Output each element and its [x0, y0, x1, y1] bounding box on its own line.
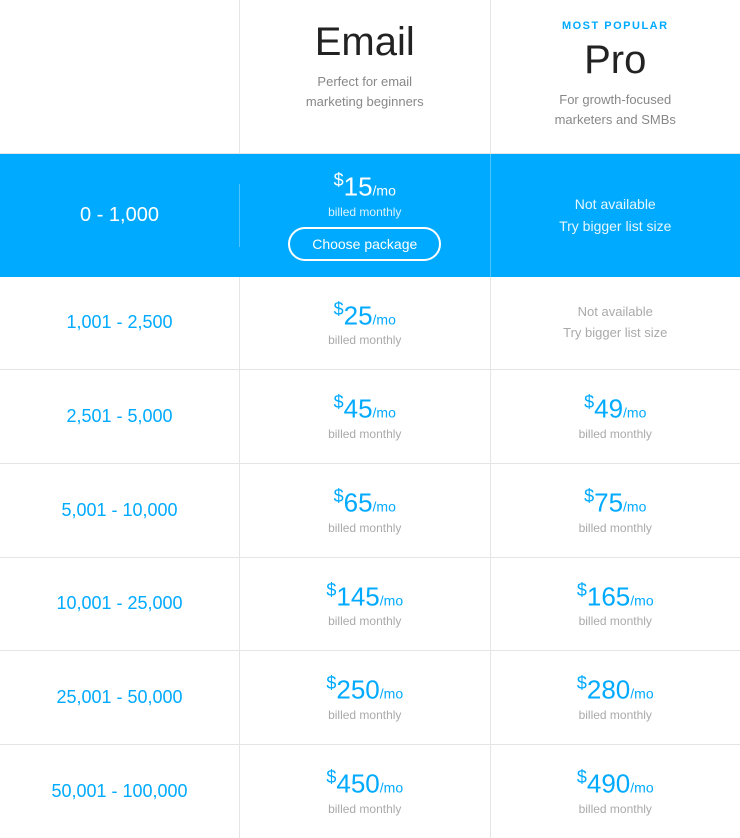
price-pro-1: Not availableTry bigger list size [491, 277, 740, 370]
plan-name-pro: Pro [507, 38, 725, 82]
price-pro-2: $49/mo billed monthly [491, 370, 740, 463]
range-50001-100000: 50,001 - 100,000 [0, 745, 240, 838]
not-available-pro-1: Not availableTry bigger list size [563, 302, 667, 344]
billed-pro-4: billed monthly [579, 614, 652, 628]
most-popular-label: MOST POPULAR [507, 20, 725, 32]
amount-pro-5: $280/mo [577, 673, 654, 706]
price-email-6: $450/mo billed monthly [240, 745, 491, 838]
row-5001-10000: 5,001 - 10,000 $65/mo billed monthly $75… [0, 464, 740, 558]
billed-pro-3: billed monthly [579, 521, 652, 535]
price-col-email-0: $15/mo billed monthly Choose package [240, 154, 491, 277]
range-25001-50000: 25,001 - 50,000 [0, 651, 240, 744]
plan-desc-pro: For growth-focusedmarketers and SMBs [507, 90, 725, 129]
price-pro-4: $165/mo billed monthly [491, 558, 740, 651]
header-row: Email Perfect for emailmarketing beginne… [0, 0, 740, 154]
amount-pro-2: $49/mo [584, 392, 646, 425]
price-email-0: $15/mo [250, 170, 480, 203]
price-pro-3: $75/mo billed monthly [491, 464, 740, 557]
price-email-5: $250/mo billed monthly [240, 651, 491, 744]
range-2501-5000: 2,501 - 5,000 [0, 370, 240, 463]
billed-pro-6: billed monthly [579, 802, 652, 816]
billed-email-1: billed monthly [328, 333, 401, 347]
range-10001-25000: 10,001 - 25,000 [0, 558, 240, 651]
plan-header-email: Email Perfect for emailmarketing beginne… [240, 0, 491, 153]
billed-email-5: billed monthly [328, 708, 401, 722]
price-col-pro-0: Not availableTry bigger list size [491, 177, 740, 254]
row-10001-25000: 10,001 - 25,000 $145/mo billed monthly $… [0, 558, 740, 652]
billed-email-4: billed monthly [328, 614, 401, 628]
plan-desc-email: Perfect for emailmarketing beginners [256, 72, 474, 111]
row-1001-2500: 1,001 - 2,500 $25/mo billed monthly Not … [0, 277, 740, 371]
amount-email-6: $450/mo [326, 767, 403, 800]
plan-header-pro: MOST POPULAR Pro For growth-focusedmarke… [491, 0, 740, 153]
row-25001-50000: 25,001 - 50,000 $250/mo billed monthly $… [0, 651, 740, 745]
plan-name-email: Email [256, 20, 474, 64]
price-pro-5: $280/mo billed monthly [491, 651, 740, 744]
row-2501-5000: 2,501 - 5,000 $45/mo billed monthly $49/… [0, 370, 740, 464]
pricing-table: Email Perfect for emailmarketing beginne… [0, 0, 740, 838]
range-1001-2500: 1,001 - 2,500 [0, 277, 240, 370]
choose-package-button[interactable]: Choose package [288, 227, 441, 261]
range-header-empty [0, 0, 240, 153]
price-email-2: $45/mo billed monthly [240, 370, 491, 463]
billed-email-2: billed monthly [328, 427, 401, 441]
amount-email-1: $25/mo [334, 299, 396, 332]
billed-pro-5: billed monthly [579, 708, 652, 722]
amount-email-4: $145/mo [326, 580, 403, 613]
amount-pro-3: $75/mo [584, 486, 646, 519]
amount-email-2: $45/mo [334, 392, 396, 425]
price-email-4: $145/mo billed monthly [240, 558, 491, 651]
price-pro-6: $490/mo billed monthly [491, 745, 740, 838]
price-email-1: $25/mo billed monthly [240, 277, 491, 370]
row-50001-100000: 50,001 - 100,000 $450/mo billed monthly … [0, 745, 740, 838]
price-email-3: $65/mo billed monthly [240, 464, 491, 557]
amount-email-5: $250/mo [326, 673, 403, 706]
not-available-pro-0: Not availableTry bigger list size [501, 193, 731, 238]
amount-pro-4: $165/mo [577, 580, 654, 613]
amount-email-3: $65/mo [334, 486, 396, 519]
range-5001-10000: 5,001 - 10,000 [0, 464, 240, 557]
billed-email-0: billed monthly [250, 205, 480, 219]
range-0-1000: 0 - 1,000 [0, 184, 240, 247]
highlight-row: 0 - 1,000 $15/mo billed monthly Choose p… [0, 154, 740, 277]
billed-email-6: billed monthly [328, 802, 401, 816]
amount-pro-6: $490/mo [577, 767, 654, 800]
billed-email-3: billed monthly [328, 521, 401, 535]
billed-pro-2: billed monthly [579, 427, 652, 441]
